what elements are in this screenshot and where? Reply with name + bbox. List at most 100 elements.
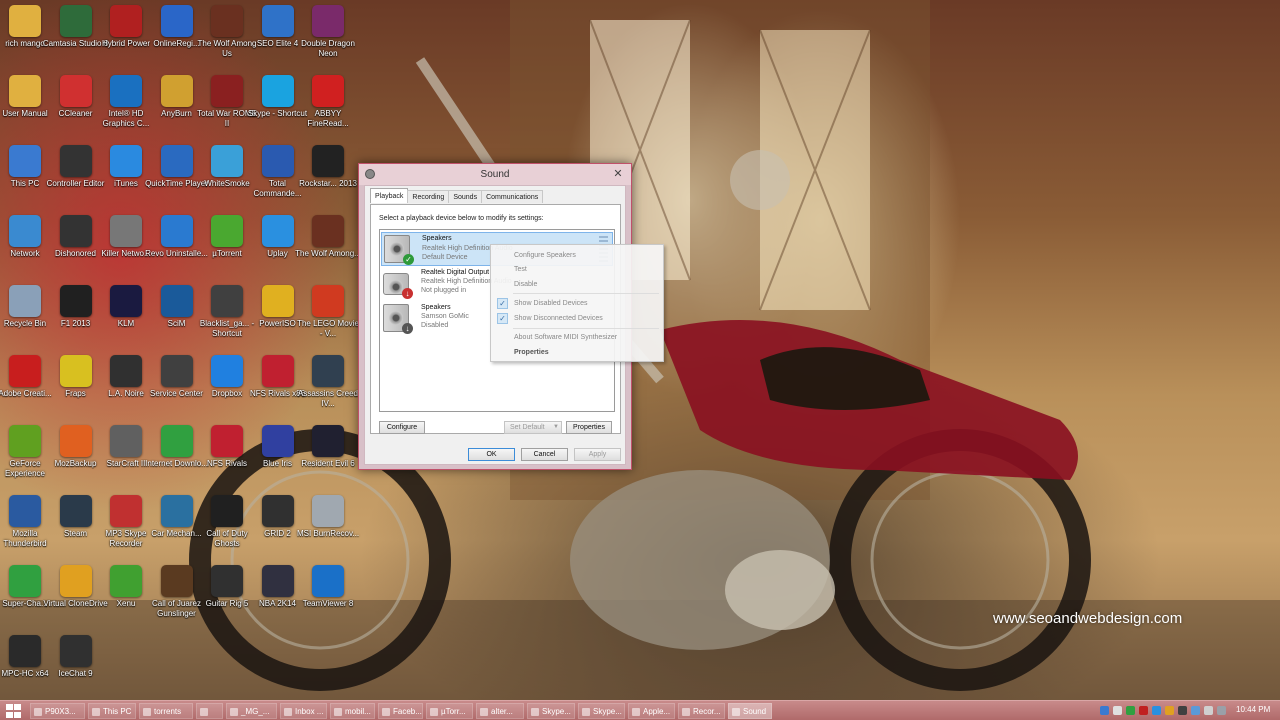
mpc-icon	[9, 635, 41, 667]
disabled-icon: ↓	[402, 323, 413, 334]
menu-item-disable[interactable]: Disable	[514, 281, 537, 288]
taskbar-button[interactable]	[196, 703, 223, 719]
desktop-icon-label: Double Dragon Neon	[301, 39, 355, 58]
taskbar-button[interactable]: Sound	[728, 703, 772, 719]
desktop-icon[interactable]: Resident Evil 6	[295, 425, 361, 495]
menu-item-configure-speakers[interactable]: Configure Speakers	[514, 252, 576, 259]
taskbar-button[interactable]: torrents	[139, 703, 193, 719]
juarez-icon	[160, 565, 193, 597]
xenu-icon	[110, 565, 142, 597]
wolf-icon	[312, 215, 344, 247]
taskbar-button[interactable]: alter...	[476, 703, 524, 719]
windows-logo-pane	[5, 711, 13, 718]
taskbar-button[interactable]: _MG_...	[226, 703, 277, 719]
utorrent-icon	[211, 215, 243, 247]
taskbar-button[interactable]: Inbox ...	[280, 703, 327, 719]
tray-app-icon[interactable]	[1191, 706, 1200, 715]
desktop-icon-label: The Wolf Among...	[295, 249, 361, 258]
close-button[interactable]: ✕	[611, 167, 625, 181]
cancel-button[interactable]: Cancel	[521, 448, 568, 461]
desktop-icon[interactable]: Assassins Creed IV...	[295, 355, 361, 425]
rockstar-icon	[312, 145, 344, 177]
ok-button[interactable]: OK	[468, 448, 515, 461]
desktop-icon[interactable]: TeamViewer 8	[295, 565, 361, 635]
quicktime-icon	[160, 145, 193, 177]
whitesmoke-icon	[211, 145, 243, 177]
clock[interactable]: 10:44 PM	[1236, 705, 1270, 714]
desktop-icon[interactable]: ABBYY FineRead...	[295, 75, 361, 145]
tab-strip: Playback Recording Sounds Communications	[370, 188, 544, 204]
context-menu: Configure Speakers Test Disable ✓ Show D…	[490, 244, 664, 362]
onlineregi-icon	[160, 5, 193, 37]
apply-button[interactable]: Apply	[574, 448, 621, 461]
taskbar-button[interactable]: P90X3...	[30, 703, 85, 719]
guitar-rig-icon	[211, 565, 243, 597]
menu-item-show-disconnected[interactable]: Show Disconnected Devices	[514, 315, 603, 322]
set-default-button[interactable]: Set Default ▼	[504, 421, 562, 434]
taskbar-button[interactable]: Recor...	[678, 703, 725, 719]
menu-item-test[interactable]: Test	[514, 266, 527, 273]
icechat-icon	[59, 635, 92, 667]
chevron-down-icon[interactable]: ▼	[553, 422, 559, 433]
volume-tray-icon[interactable]	[1113, 706, 1122, 715]
menu-separator	[513, 293, 659, 294]
cod-icon	[211, 495, 243, 527]
f1-icon	[59, 285, 92, 317]
desktop-icon-label: ABBYY FineRead...	[307, 109, 349, 128]
this-pc-icon	[9, 145, 41, 177]
tab-sounds[interactable]: Sounds	[448, 190, 483, 203]
steam-icon	[59, 495, 92, 527]
network-tray-icon[interactable]	[1100, 706, 1109, 715]
taskbar-button[interactable]: Faceb...	[378, 703, 423, 719]
la-noire-icon	[110, 355, 142, 387]
desktop-icon[interactable]: Double Dragon Neon	[295, 5, 361, 75]
desktop-icon[interactable]: IceChat 9	[43, 635, 109, 705]
tray-app-icon[interactable]	[1139, 706, 1148, 715]
device-name: Realtek Digital Output	[421, 269, 490, 276]
desktop-icon[interactable]: Rockstar... 2013	[295, 145, 361, 215]
check-icon: ✓	[497, 298, 508, 309]
menu-item-properties[interactable]: Properties	[514, 349, 549, 356]
mozbackup-icon	[59, 425, 92, 457]
tray-app-icon[interactable]	[1165, 706, 1174, 715]
taskbar-button[interactable]: Skype...	[527, 703, 575, 719]
desktop-icon-label: IceChat 9	[58, 669, 93, 678]
poweriso-icon	[261, 285, 294, 317]
network-icon	[9, 215, 41, 247]
taskbar-button[interactable]: Apple...	[628, 703, 675, 719]
menu-item-about-midi[interactable]: About Software MIDI Synthesizer	[514, 334, 617, 341]
configure-button[interactable]: Configure	[379, 421, 425, 434]
menu-item-show-disabled[interactable]: Show Disabled Devices	[514, 300, 588, 307]
start-button[interactable]	[4, 704, 22, 718]
blue-iris-icon	[261, 425, 294, 457]
camtasia-icon	[59, 5, 92, 37]
tray-app-icon[interactable]	[1178, 706, 1187, 715]
wolf-icon	[211, 5, 243, 37]
tab-communications[interactable]: Communications	[481, 190, 544, 203]
speaker-tray-icon[interactable]	[1217, 706, 1226, 715]
tray-app-icon[interactable]	[1152, 706, 1161, 715]
tab-playback[interactable]: Playback	[370, 188, 409, 203]
taskbar-button[interactable]: mobil...	[330, 703, 375, 719]
menu-separator	[513, 328, 659, 329]
revo-icon	[160, 215, 193, 247]
skype-icon	[261, 75, 294, 107]
desktop-icon[interactable]: The LEGO Movie - V...	[295, 285, 361, 355]
taskbar-button[interactable]: This PC	[88, 703, 136, 719]
flag-icon[interactable]	[1204, 706, 1213, 715]
folder-icon	[9, 75, 41, 107]
taskbar-button[interactable]: µTorr...	[426, 703, 473, 719]
tab-recording[interactable]: Recording	[407, 190, 450, 203]
desktop-icon[interactable]: MSI BurnRecov...	[295, 495, 361, 565]
nfs-icon	[261, 355, 294, 387]
super-charger-icon	[9, 565, 41, 597]
battery-tray-icon[interactable]	[1126, 706, 1135, 715]
desktop-icon[interactable]: The Wolf Among...	[295, 215, 361, 285]
lego-icon	[312, 285, 344, 317]
dialog-titlebar[interactable]: Sound ✕	[359, 164, 631, 185]
taskbar-button[interactable]: Skype...	[578, 703, 625, 719]
ccleaner-icon	[59, 75, 92, 107]
properties-button[interactable]: Properties	[566, 421, 612, 434]
geforce-icon	[9, 425, 41, 457]
check-icon: ✓	[497, 313, 508, 324]
